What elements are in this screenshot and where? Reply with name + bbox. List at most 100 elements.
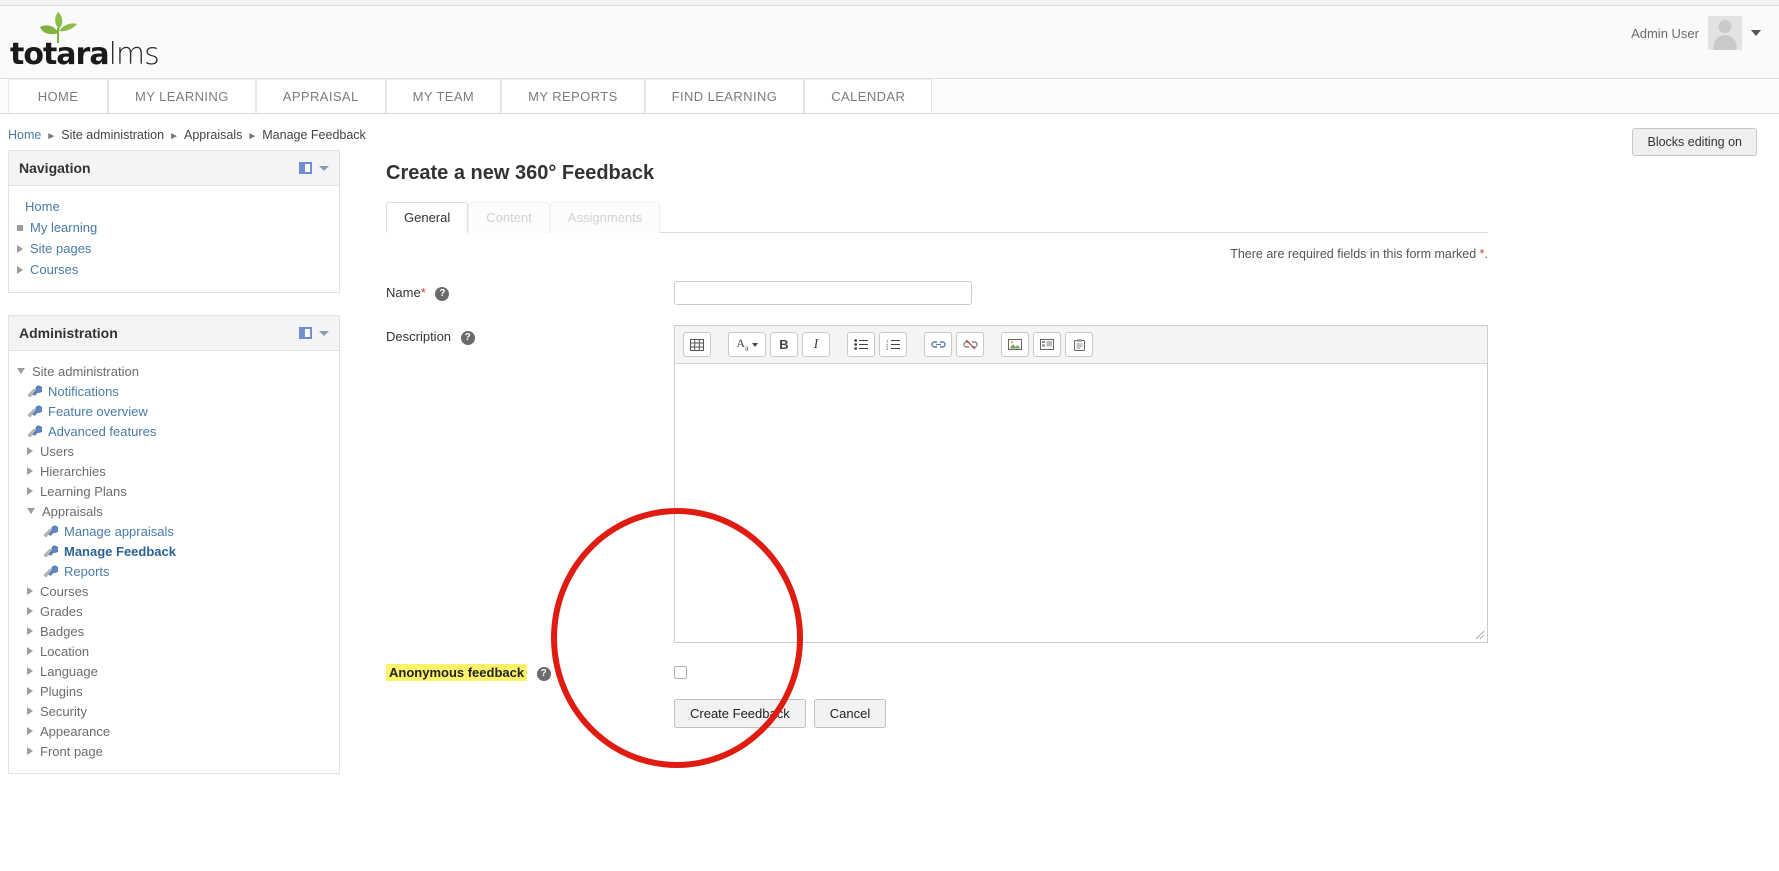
totara-logo[interactable]: totaralms (10, 10, 160, 70)
font-style-dropdown-icon[interactable]: Aa (728, 332, 766, 357)
media-icon[interactable] (1033, 332, 1061, 357)
admin-item[interactable]: Plugins (17, 681, 331, 701)
chevron-down-icon[interactable] (319, 165, 329, 171)
expand-arrow-icon[interactable] (27, 447, 33, 455)
admin-item[interactable]: Manage Feedback (17, 541, 331, 561)
admin-item[interactable]: Hierarchies (17, 461, 331, 481)
expand-arrow-icon[interactable] (27, 667, 33, 675)
navigation-block-controls (299, 162, 329, 174)
nav-item-label[interactable]: Site pages (30, 241, 91, 256)
admin-item[interactable]: Learning Plans (17, 481, 331, 501)
admin-item-label[interactable]: Reports (64, 564, 110, 579)
admin-item-label[interactable]: Notifications (48, 384, 119, 399)
nav-tab-calendar[interactable]: CALENDAR (804, 79, 933, 113)
sidebar: Navigation Home My learning Site pages Cour… (0, 142, 348, 804)
nav-tab-appraisal[interactable]: APPRAISAL (255, 79, 386, 113)
nav-tab-my-reports[interactable]: MY REPORTS (501, 79, 645, 113)
nav-item-label[interactable]: Home (25, 199, 60, 214)
admin-item[interactable]: Language (17, 661, 331, 681)
expand-arrow-icon[interactable] (27, 467, 33, 475)
description-field-label: Description ? (386, 325, 674, 345)
admin-item[interactable]: Appearance (17, 721, 331, 741)
expand-arrow-icon[interactable] (17, 265, 23, 274)
leaf-logo-icon (32, 10, 92, 43)
bold-icon[interactable]: B (770, 332, 798, 357)
expand-arrow-icon[interactable] (17, 244, 23, 253)
anonymous-feedback-label-text: Anonymous feedback (386, 664, 528, 681)
admin-item[interactable]: Site administration (17, 361, 331, 381)
help-question-icon[interactable]: ? (435, 286, 450, 301)
expand-arrow-icon[interactable] (27, 747, 33, 755)
chevron-down-icon[interactable] (319, 330, 329, 336)
resize-grip-icon[interactable] (1475, 630, 1485, 640)
description-editor-area[interactable] (675, 364, 1487, 642)
nav-tab-my-team[interactable]: MY TEAM (385, 79, 502, 113)
expand-arrow-icon[interactable] (27, 607, 33, 615)
nav-item[interactable]: Courses (17, 259, 331, 280)
page-layout: Navigation Home My learning Site pages Cour… (0, 142, 1779, 804)
navigation-block-body: Home My learning Site pages Courses (9, 186, 339, 292)
anonymous-feedback-checkbox[interactable] (674, 666, 687, 680)
admin-item[interactable]: Courses (17, 581, 331, 601)
table-icon[interactable] (683, 332, 711, 357)
admin-item-label[interactable]: Manage appraisals (64, 524, 174, 539)
user-menu[interactable]: Admin User (1631, 16, 1761, 50)
admin-item[interactable]: Users (17, 441, 331, 461)
italic-icon[interactable]: I (802, 332, 830, 357)
dock-block-icon[interactable] (299, 327, 312, 339)
user-avatar-icon[interactable] (1708, 16, 1742, 50)
link-icon[interactable] (924, 332, 952, 357)
nav-item[interactable]: Site pages (17, 238, 331, 259)
admin-item[interactable]: Feature overview (17, 401, 331, 421)
breadcrumb-item[interactable]: Home (8, 128, 41, 142)
expand-arrow-icon[interactable] (27, 727, 33, 735)
admin-item[interactable]: Notifications (17, 381, 331, 401)
admin-item[interactable]: Manage appraisals (17, 521, 331, 541)
admin-item[interactable]: Reports (17, 561, 331, 581)
nav-item-label[interactable]: Courses (30, 262, 78, 277)
unlink-icon[interactable] (956, 332, 984, 357)
admin-item[interactable]: Appraisals (17, 501, 331, 521)
expand-arrow-icon[interactable] (27, 707, 33, 715)
dock-block-icon[interactable] (299, 162, 312, 174)
expand-arrow-icon[interactable] (27, 627, 33, 635)
admin-item-label: Appearance (40, 723, 111, 739)
help-question-icon[interactable]: ? (536, 666, 551, 681)
create-feedback-button[interactable]: Create Feedback (674, 698, 806, 728)
paste-icon[interactable] (1065, 332, 1093, 357)
form-tab-general[interactable]: General (386, 202, 469, 233)
admin-item[interactable]: Grades (17, 601, 331, 621)
nav-tab-home[interactable]: HOME (8, 79, 108, 113)
admin-item[interactable]: Location (17, 641, 331, 661)
cancel-button[interactable]: Cancel (813, 698, 887, 728)
nav-item[interactable]: My learning (17, 217, 331, 238)
admin-item-label[interactable]: Feature overview (48, 404, 148, 419)
bullet-icon (17, 224, 23, 231)
expand-arrow-icon[interactable] (27, 487, 33, 495)
administration-block-body: Site administration Notifications Feature … (9, 351, 339, 773)
nav-item-label[interactable]: My learning (30, 220, 97, 235)
image-icon[interactable] (1001, 332, 1029, 357)
help-question-icon[interactable]: ? (460, 330, 475, 345)
bullet-list-icon[interactable] (847, 332, 875, 357)
admin-item[interactable]: Advanced features (17, 421, 331, 441)
nav-tab-find-learning[interactable]: FIND LEARNING (644, 79, 805, 113)
collapse-arrow-icon[interactable] (17, 368, 25, 374)
nav-tab-my-learning[interactable]: MY LEARNING (108, 79, 256, 113)
admin-item[interactable]: Badges (17, 621, 331, 641)
expand-arrow-icon[interactable] (27, 647, 33, 655)
admin-item[interactable]: Security (17, 701, 331, 721)
admin-item[interactable]: Front page (17, 741, 331, 761)
admin-item-label: Learning Plans (40, 483, 127, 499)
nav-item[interactable]: Home (17, 196, 331, 217)
editor-toolbar: Aa B I 123 (675, 326, 1487, 364)
chevron-down-icon[interactable] (1751, 30, 1761, 36)
user-name-label: Admin User (1631, 25, 1699, 41)
numbered-list-icon[interactable]: 123 (879, 332, 907, 357)
expand-arrow-icon[interactable] (27, 687, 33, 695)
admin-item-label[interactable]: Advanced features (48, 424, 156, 439)
name-input[interactable] (674, 281, 972, 305)
expand-arrow-icon[interactable] (27, 587, 33, 595)
admin-item-label[interactable]: Manage Feedback (64, 544, 176, 559)
collapse-arrow-icon[interactable] (27, 508, 35, 514)
